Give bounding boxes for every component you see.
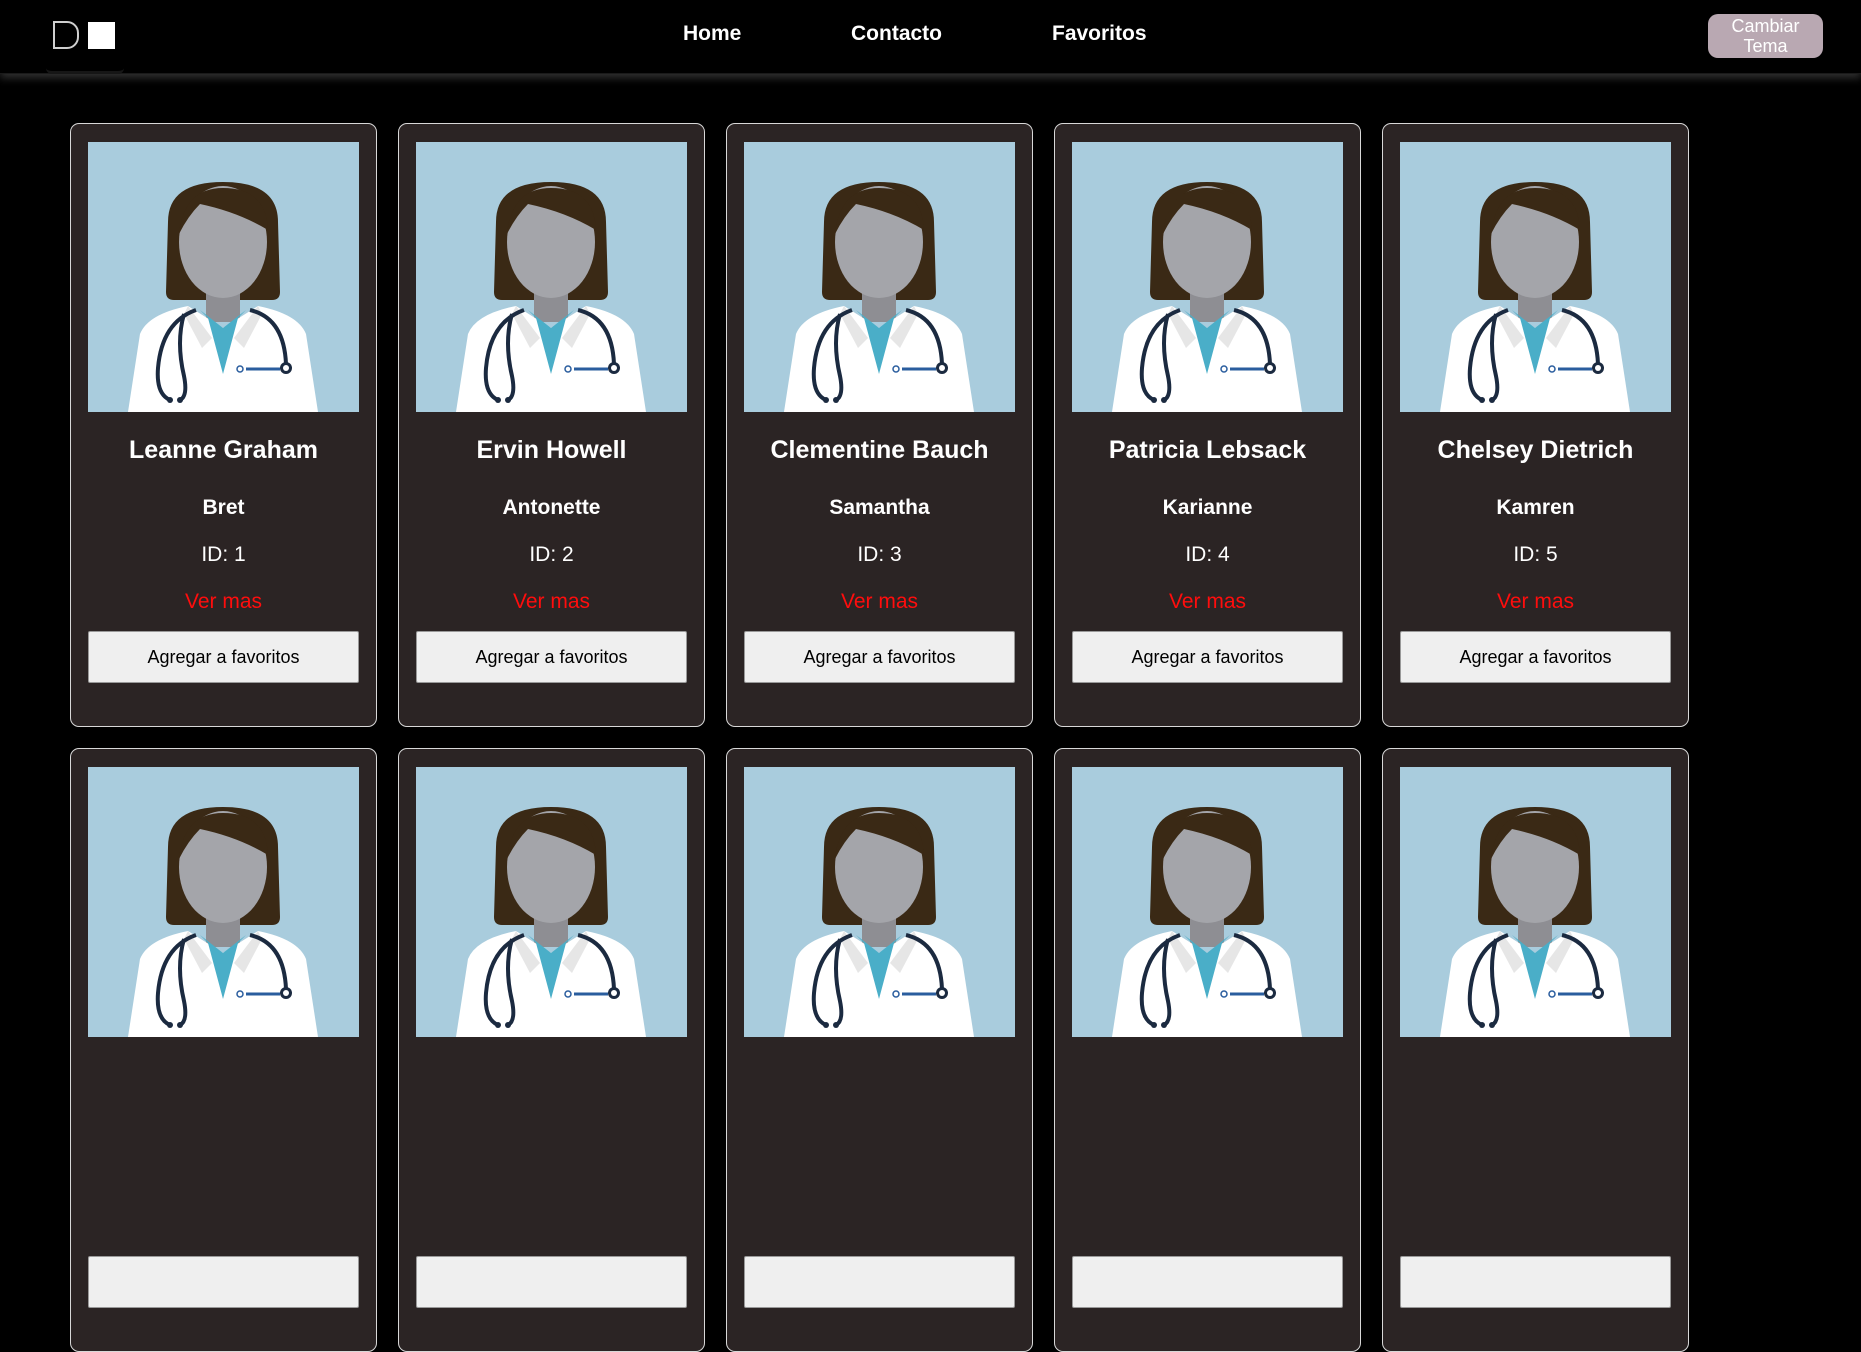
user-username: Antonette xyxy=(502,496,601,519)
add-favorite-button[interactable]: Agregar a favoritos xyxy=(1072,631,1343,683)
user-card xyxy=(726,748,1033,1352)
user-id: ID: 1 xyxy=(201,543,246,566)
user-card xyxy=(1382,748,1689,1352)
add-favorite-button[interactable]: Agregar a favoritos xyxy=(744,631,1015,683)
user-username: Karianne xyxy=(1162,496,1253,519)
add-favorite-button[interactable]: Agregar a favoritos xyxy=(88,631,359,683)
user-id: ID: 5 xyxy=(1513,543,1558,566)
logo-d-icon xyxy=(53,21,79,49)
nav-link-home[interactable]: Home xyxy=(683,22,741,46)
doctor-avatar-icon xyxy=(1072,767,1343,1037)
user-name: Ervin Howell xyxy=(476,436,627,464)
user-name: Patricia Lebsack xyxy=(1108,436,1307,464)
user-card: Patricia Lebsack Karianne ID: 4 Ver mas … xyxy=(1054,123,1361,727)
ver-mas-link[interactable]: Ver mas xyxy=(399,590,704,614)
nav-link-contacto[interactable]: Contacto xyxy=(851,22,942,46)
doctor-avatar-icon xyxy=(88,142,359,412)
user-id: ID: 2 xyxy=(529,543,574,566)
card-grid: Leanne Graham Bret ID: 1 Ver mas Agregar… xyxy=(70,123,1689,1352)
add-favorite-button[interactable] xyxy=(1072,1256,1343,1308)
user-name: Clementine Bauch xyxy=(770,436,989,464)
add-favorite-button[interactable] xyxy=(88,1256,359,1308)
user-username: Samantha xyxy=(829,496,930,519)
add-favorite-button[interactable] xyxy=(416,1256,687,1308)
doctor-avatar-icon xyxy=(1400,767,1671,1037)
add-favorite-button[interactable]: Agregar a favoritos xyxy=(416,631,687,683)
logo[interactable] xyxy=(46,12,124,74)
doctor-avatar-icon xyxy=(416,142,687,412)
ver-mas-link[interactable]: Ver mas xyxy=(71,590,376,614)
user-card: Clementine Bauch Samantha ID: 3 Ver mas … xyxy=(726,123,1033,727)
user-card: Chelsey Dietrich Kamren ID: 5 Ver mas Ag… xyxy=(1382,123,1689,727)
user-card: Ervin Howell Antonette ID: 2 Ver mas Agr… xyxy=(398,123,705,727)
doctor-avatar-icon xyxy=(88,767,359,1037)
user-card xyxy=(70,748,377,1352)
navbar: Home Contacto Favoritos Cambiar Tema xyxy=(0,0,1861,74)
add-favorite-button[interactable] xyxy=(744,1256,1015,1308)
user-name: Chelsey Dietrich xyxy=(1437,436,1634,464)
doctor-avatar-icon xyxy=(416,767,687,1037)
user-name: Leanne Graham xyxy=(129,436,318,464)
nav-link-favoritos[interactable]: Favoritos xyxy=(1052,22,1147,46)
add-favorite-button[interactable]: Agregar a favoritos xyxy=(1400,631,1671,683)
doctor-avatar-icon xyxy=(744,767,1015,1037)
user-card: Leanne Graham Bret ID: 1 Ver mas Agregar… xyxy=(70,123,377,727)
ver-mas-link[interactable]: Ver mas xyxy=(727,590,1032,614)
doctor-avatar-icon xyxy=(1400,142,1671,412)
user-id: ID: 3 xyxy=(857,543,902,566)
user-card xyxy=(1054,748,1361,1352)
user-card xyxy=(398,748,705,1352)
doctor-avatar-icon xyxy=(1072,142,1343,412)
logo-square-icon xyxy=(88,22,115,49)
add-favorite-button[interactable] xyxy=(1400,1256,1671,1308)
user-username: Kamren xyxy=(1496,496,1575,519)
user-id: ID: 4 xyxy=(1185,543,1230,566)
ver-mas-link[interactable]: Ver mas xyxy=(1383,590,1688,614)
ver-mas-link[interactable]: Ver mas xyxy=(1055,590,1360,614)
doctor-avatar-icon xyxy=(744,142,1015,412)
theme-toggle-button[interactable]: Cambiar Tema xyxy=(1708,14,1823,58)
user-username: Bret xyxy=(202,496,245,519)
